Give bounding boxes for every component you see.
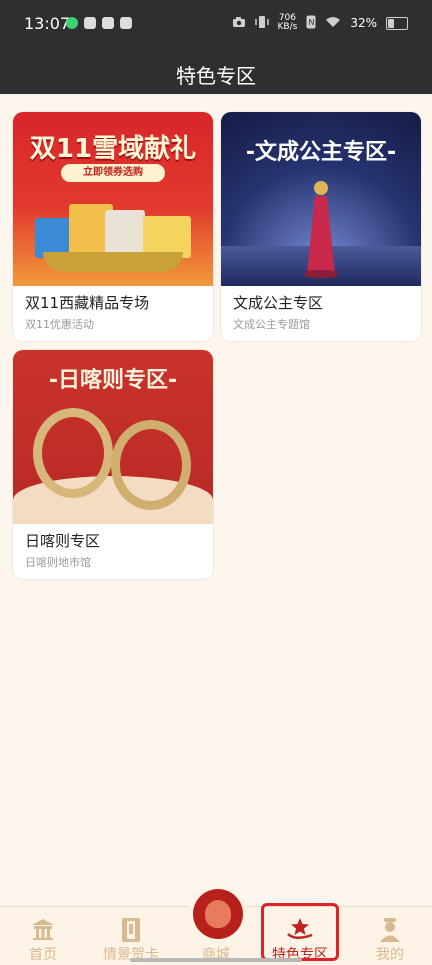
nav-label: 我的 <box>376 947 404 963</box>
card-title: 双11西藏精品专场 <box>25 294 150 312</box>
message-notification-icon <box>120 17 132 29</box>
app-notification-icon <box>66 17 78 29</box>
card-shigatse[interactable]: -日喀则专区- 日喀则专区 日喀则地市馆 <box>13 350 213 579</box>
page-title: 特色专区 <box>176 64 256 88</box>
nav-label: 首页 <box>29 947 57 963</box>
princess-figure-illustration <box>305 181 337 278</box>
camera-icon <box>232 16 246 31</box>
nav-profile[interactable]: 我的 <box>358 907 422 965</box>
mall-icon[interactable] <box>193 889 243 939</box>
banner-wencheng: -文成公主专区- <box>221 112 421 286</box>
notification-icons <box>66 17 132 29</box>
status-bar: 13:07 706 KB/s N 32% <box>0 0 432 48</box>
ring-illustration <box>33 408 113 498</box>
banner-heading: -文成公主专区- <box>245 140 397 165</box>
nfc-icon: N <box>306 15 316 32</box>
ring-illustration <box>111 420 191 510</box>
coupon-button: 立即领券选购 <box>61 164 165 182</box>
nav-home[interactable]: 首页 <box>10 907 76 965</box>
status-time: 13:07 <box>24 14 71 33</box>
system-icons: 706 KB/s N 32% <box>232 14 408 32</box>
calendar-notification-icon <box>84 17 96 29</box>
banner-heading: 双11雪域献礼 <box>29 134 197 164</box>
card-subtitle: 双11优惠活动 <box>25 318 94 331</box>
card-title: 日喀则专区 <box>25 532 101 550</box>
home-indicator[interactable] <box>130 958 302 962</box>
gold-tray-illustration <box>43 252 183 272</box>
banner-double11: 双11雪域献礼 立即领券选购 <box>13 112 213 286</box>
top-bar: 13:07 706 KB/s N 32% 特色专区 <box>0 0 432 94</box>
temple-icon <box>30 917 56 945</box>
card-icon <box>121 917 141 947</box>
product-boxes-illustration <box>35 198 191 258</box>
banner-heading: -日喀则专区- <box>48 368 178 393</box>
card-title: 文成公主专区 <box>233 294 324 312</box>
wifi-icon <box>325 16 341 31</box>
banner-shigatse: -日喀则专区- <box>13 350 213 524</box>
network-speed: 706 KB/s <box>277 13 298 32</box>
card-subtitle: 文成公主专题馆 <box>233 318 310 331</box>
battery-icon <box>386 16 408 30</box>
card-wencheng[interactable]: -文成公主专区- 文成公主专区 文成公主专题馆 <box>221 112 421 341</box>
card-double11[interactable]: 双11雪域献礼 立即领券选购 双11西藏精品专场 双11优惠活动 <box>13 112 213 341</box>
vibrate-icon <box>254 15 269 32</box>
svg-text:N: N <box>309 18 315 27</box>
nav-greeting-cards[interactable]: 情景贺卡 <box>96 907 166 965</box>
link-notification-icon <box>102 17 114 29</box>
card-subtitle: 日喀则地市馆 <box>25 556 91 569</box>
selection-highlight-frame <box>261 903 339 961</box>
user-icon <box>378 917 402 947</box>
battery-percent: 32% <box>350 16 377 30</box>
